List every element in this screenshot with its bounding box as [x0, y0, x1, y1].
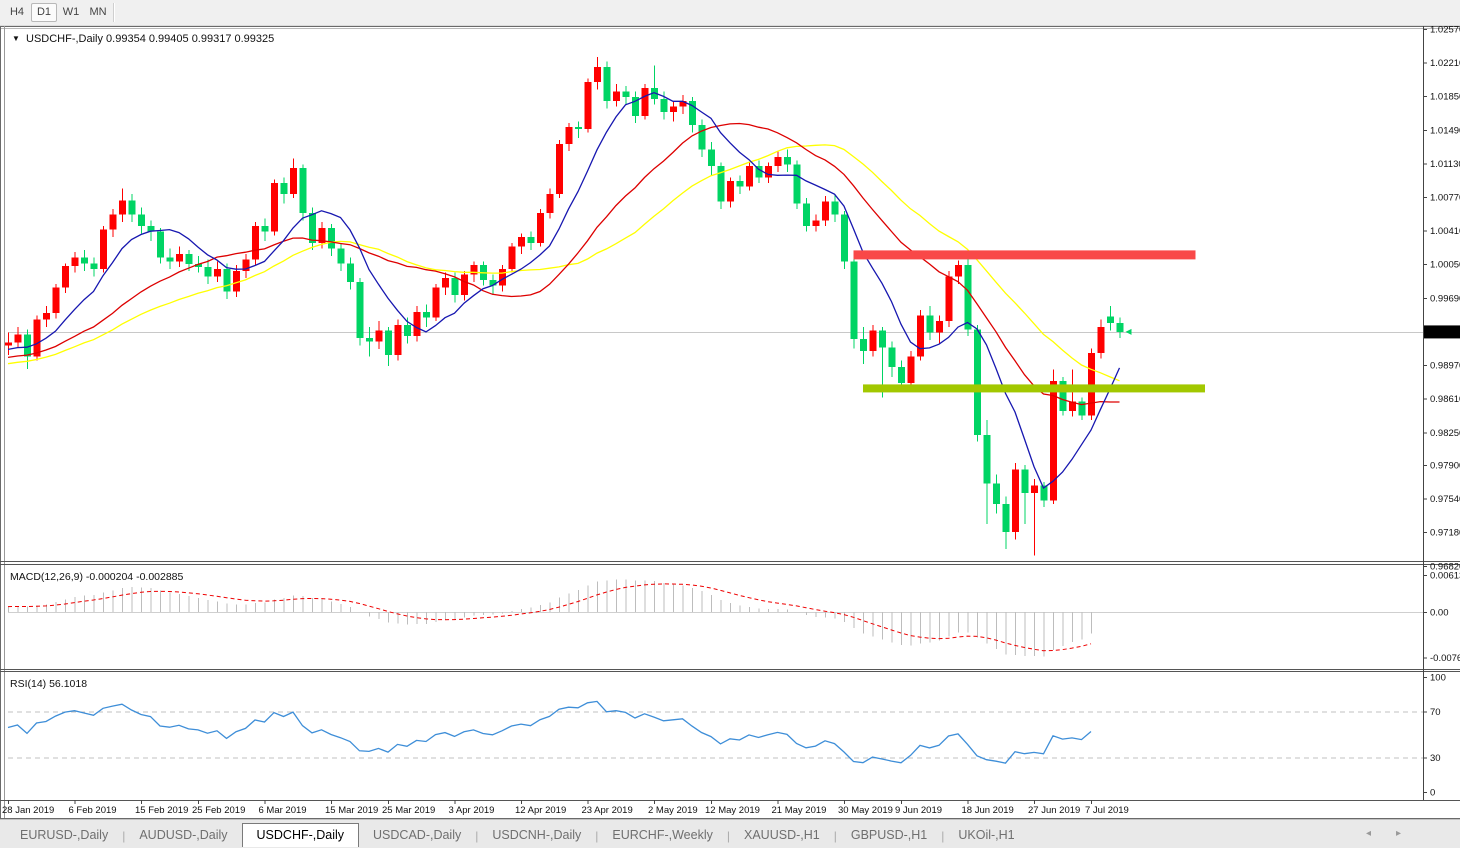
rsi-title: RSI(14) 56.1018	[10, 678, 87, 690]
svg-text:7 Jul 2019: 7 Jul 2019	[1085, 805, 1129, 816]
svg-text:15 Mar 2019: 15 Mar 2019	[325, 805, 378, 816]
chart-tab-bar: EURUSD-,Daily | AUDUSD-,Daily USDCHF-,Daily…	[0, 819, 1460, 848]
svg-text:0.98970: 0.98970	[1430, 361, 1460, 372]
svg-text:100: 100	[1430, 673, 1446, 684]
svg-text:3 Apr 2019: 3 Apr 2019	[449, 805, 495, 816]
svg-text:1.02210: 1.02210	[1430, 58, 1460, 69]
svg-text:6 Feb 2019: 6 Feb 2019	[69, 805, 117, 816]
svg-text:1.00410: 1.00410	[1430, 226, 1460, 237]
chart-tab-audusd-daily[interactable]: AUDUSD-,Daily	[125, 825, 241, 846]
chart-tab-eurusd-daily[interactable]: EURUSD-,Daily	[6, 825, 122, 846]
svg-text:0: 0	[1430, 788, 1435, 799]
current-price-tag	[1424, 325, 1460, 339]
svg-text:30: 30	[1430, 753, 1441, 764]
chart-tab-ukoil-h1[interactable]: UKOil-,H1	[944, 825, 1028, 846]
svg-text:1.01130: 1.01130	[1430, 159, 1460, 170]
chart-tab-gbpusd-h1[interactable]: GBPUSD-,H1	[837, 825, 941, 846]
svg-text:28 Jan 2019: 28 Jan 2019	[2, 805, 54, 816]
svg-text:1.01850: 1.01850	[1430, 92, 1460, 103]
svg-text:1.02570: 1.02570	[1430, 24, 1460, 35]
svg-text:0.99690: 0.99690	[1430, 293, 1460, 304]
price-chart[interactable]: 1.02570 1.02210 1.01850 1.01490 1.01130 1.007…	[0, 0, 1460, 848]
svg-text:0.00: 0.00	[1430, 608, 1449, 619]
svg-text:9 Jun 2019: 9 Jun 2019	[895, 805, 942, 816]
svg-text:27 Jun 2019: 27 Jun 2019	[1028, 805, 1080, 816]
chart-title: USDCHF-,Daily 0.99354 0.99405 0.99317 0.…	[26, 33, 274, 45]
svg-text:21 May 2019: 21 May 2019	[772, 805, 827, 816]
svg-text:23 Apr 2019: 23 Apr 2019	[582, 805, 633, 816]
svg-text:0.97540: 0.97540	[1430, 494, 1460, 505]
chart-tab-xauusd-h1[interactable]: XAUUSD-,H1	[730, 825, 834, 846]
chart-tab-usdchf-daily[interactable]: USDCHF-,Daily	[241, 823, 360, 847]
svg-text:0.98250: 0.98250	[1430, 428, 1460, 439]
svg-text:25 Feb 2019: 25 Feb 2019	[192, 805, 245, 816]
svg-text:0.98610: 0.98610	[1430, 394, 1460, 405]
svg-text:12 Apr 2019: 12 Apr 2019	[515, 805, 566, 816]
svg-text:12 May 2019: 12 May 2019	[705, 805, 760, 816]
macd-title: MACD(12,26,9) -0.000204 -0.002885	[10, 571, 184, 583]
svg-text:1.00770: 1.00770	[1430, 193, 1460, 204]
symbol-dropdown-icon[interactable]: ▼	[12, 34, 20, 43]
tab-scroll-left-icon[interactable]: ◂	[1366, 828, 1371, 839]
svg-text:1.01490: 1.01490	[1430, 125, 1460, 136]
chart-tab-usdcad-daily[interactable]: USDCAD-,Daily	[359, 825, 475, 846]
svg-text:2 May 2019: 2 May 2019	[648, 805, 698, 816]
svg-text:0.97900: 0.97900	[1430, 460, 1460, 471]
svg-text:25 Mar 2019: 25 Mar 2019	[382, 805, 435, 816]
svg-text:0.97180: 0.97180	[1430, 528, 1460, 539]
svg-text:30 May 2019: 30 May 2019	[838, 805, 893, 816]
resistance-line[interactable]	[853, 250, 1196, 260]
chart-tab-usdcnh-daily[interactable]: USDCNH-,Daily	[478, 825, 595, 846]
svg-text:70: 70	[1430, 707, 1441, 718]
svg-text:-0.00761: -0.00761	[1430, 653, 1460, 664]
tab-scroll-right-icon[interactable]: ▸	[1396, 828, 1401, 839]
svg-text:18 Jun 2019: 18 Jun 2019	[962, 805, 1014, 816]
svg-text:6 Mar 2019: 6 Mar 2019	[259, 805, 307, 816]
svg-text:1.00050: 1.00050	[1430, 260, 1460, 271]
chart-tab-eurchf-weekly[interactable]: EURCHF-,Weekly	[598, 825, 726, 846]
svg-text:0.00613: 0.00613	[1430, 571, 1460, 582]
svg-text:15 Feb 2019: 15 Feb 2019	[135, 805, 188, 816]
support-line[interactable]	[863, 384, 1205, 393]
trading-terminal: H4 D1 W1 MN 1.025701.022101.018501.01490…	[0, 0, 1460, 848]
